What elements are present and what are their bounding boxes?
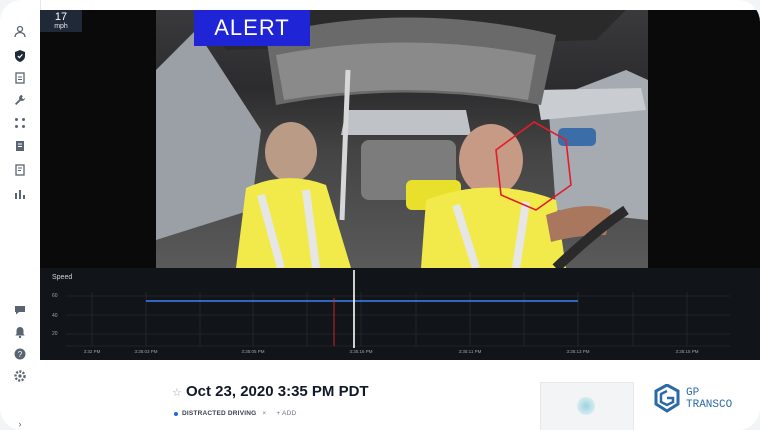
cabin-scene: [156, 10, 648, 268]
speed-graph[interactable]: Speed 60 40 20 3:32 PM 3:35:03 PM 3:35:0…: [40, 268, 760, 360]
alert-label: ALERT: [214, 15, 290, 40]
remove-tag-button[interactable]: ×: [262, 410, 266, 417]
tag-dot-icon: [174, 411, 178, 416]
chat-icon[interactable]: [10, 300, 30, 320]
settings-icon[interactable]: [10, 366, 30, 386]
brand-line-2: TRANSCO: [686, 399, 733, 411]
dashcam-frame: ALERT: [156, 10, 648, 268]
speed-unit: mph: [54, 23, 68, 30]
event-details: ☆ Oct 23, 2020 3:35 PM PDT DISTRACTED DR…: [40, 360, 760, 430]
speed-value: 17: [54, 11, 68, 23]
graph-canvas: [66, 270, 730, 348]
thumbnail-image: [577, 397, 595, 415]
tag-label: DISTRACTED DRIVING: [182, 410, 257, 417]
users-icon[interactable]: [10, 22, 30, 42]
bell-icon[interactable]: [10, 322, 30, 342]
shield-icon[interactable]: [10, 46, 30, 66]
bar-chart-icon[interactable]: [10, 184, 30, 204]
alert-banner: ALERT: [194, 10, 310, 46]
wrench-icon[interactable]: [10, 90, 30, 110]
chevron-right-icon[interactable]: ›: [10, 414, 30, 430]
svg-text:?: ?: [18, 350, 23, 359]
add-tag-button[interactable]: + ADD: [276, 410, 296, 417]
event-time: Oct 23, 2020 3:35 PM PDT: [186, 383, 369, 400]
speed-badge: 17 mph: [40, 10, 82, 32]
document-icon[interactable]: [10, 68, 30, 88]
app-window: ? › 17 mph ALERT Speed 60 40 20 3:32 PM …: [0, 0, 760, 430]
route-icon[interactable]: [10, 113, 30, 133]
brand-logo: GP TRANSCO: [654, 384, 732, 414]
file-icon[interactable]: [10, 136, 30, 156]
help-icon[interactable]: ?: [10, 344, 30, 364]
report-icon[interactable]: [10, 160, 30, 180]
video-player[interactable]: 17 mph ALERT: [40, 10, 760, 268]
logo-mark-icon: [654, 384, 680, 413]
behavior-tag: DISTRACTED DRIVING × + ADD: [174, 410, 296, 417]
brand-line-1: GP: [686, 387, 700, 399]
thumbnail[interactable]: [540, 382, 634, 430]
star-icon[interactable]: ☆: [172, 386, 182, 399]
sidebar: ? ›: [0, 0, 41, 430]
